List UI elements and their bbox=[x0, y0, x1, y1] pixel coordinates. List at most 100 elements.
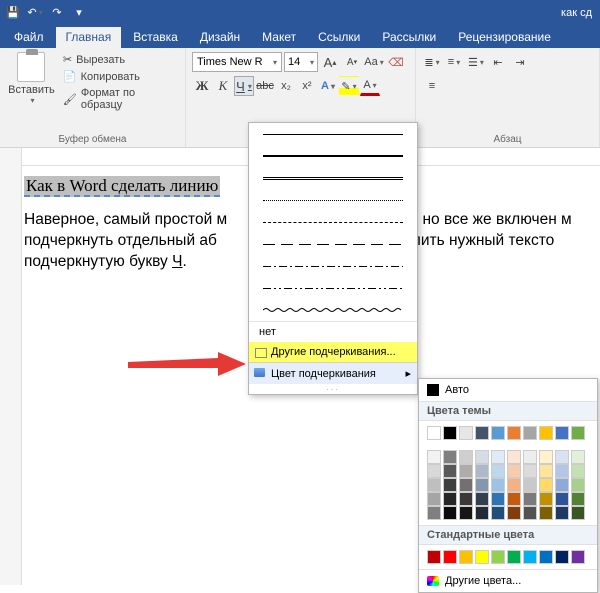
tab-mailings[interactable]: Рассылки bbox=[372, 27, 446, 48]
color-swatch[interactable] bbox=[539, 506, 553, 520]
document-heading[interactable]: Как в Word сделать линию bbox=[24, 176, 220, 197]
color-swatch[interactable] bbox=[507, 426, 521, 440]
color-swatch[interactable] bbox=[539, 450, 553, 464]
color-swatch[interactable] bbox=[523, 550, 537, 564]
color-swatch[interactable] bbox=[555, 550, 569, 564]
underline-more[interactable]: Другие подчеркивания... bbox=[249, 342, 417, 362]
color-swatch[interactable] bbox=[475, 426, 489, 440]
underline-style-single[interactable] bbox=[249, 123, 417, 145]
color-swatch[interactable] bbox=[539, 478, 553, 492]
color-swatch[interactable] bbox=[459, 506, 473, 520]
cut-button[interactable]: ✂Вырезать bbox=[61, 52, 179, 67]
color-swatch[interactable] bbox=[571, 492, 585, 506]
color-swatch[interactable] bbox=[459, 450, 473, 464]
color-swatch[interactable] bbox=[427, 478, 441, 492]
color-swatch[interactable] bbox=[443, 550, 457, 564]
color-swatch[interactable] bbox=[443, 506, 457, 520]
subscript-button[interactable]: x₂ bbox=[276, 76, 296, 96]
tab-home[interactable]: Главная bbox=[56, 27, 122, 48]
tab-references[interactable]: Ссылки bbox=[308, 27, 370, 48]
tab-layout[interactable]: Макет bbox=[252, 27, 306, 48]
highlight-button[interactable]: ✎▾ bbox=[339, 76, 359, 96]
color-swatch[interactable] bbox=[571, 426, 585, 440]
color-swatch[interactable] bbox=[443, 450, 457, 464]
clear-format-button[interactable]: ⌫ bbox=[386, 52, 406, 72]
color-swatch[interactable] bbox=[475, 478, 489, 492]
color-swatch[interactable] bbox=[555, 492, 569, 506]
vertical-ruler[interactable] bbox=[0, 166, 22, 585]
color-swatch[interactable] bbox=[507, 464, 521, 478]
color-swatch[interactable] bbox=[459, 550, 473, 564]
align-left-button[interactable]: ≡ bbox=[422, 76, 442, 96]
color-swatch[interactable] bbox=[571, 478, 585, 492]
color-swatch[interactable] bbox=[571, 506, 585, 520]
underline-style-dash-dot[interactable] bbox=[249, 255, 417, 277]
more-colors[interactable]: Другие цвета... bbox=[419, 569, 597, 592]
color-swatch[interactable] bbox=[443, 478, 457, 492]
color-swatch[interactable] bbox=[443, 492, 457, 506]
color-swatch[interactable] bbox=[555, 478, 569, 492]
increase-indent-button[interactable]: ⇥ bbox=[510, 52, 530, 72]
paste-button[interactable]: Вставить ▾ bbox=[6, 52, 57, 112]
color-swatch[interactable] bbox=[523, 506, 537, 520]
tab-design[interactable]: Дизайн bbox=[190, 27, 250, 48]
numbering-button[interactable]: ≡▾ bbox=[444, 52, 464, 72]
underline-none[interactable]: нет bbox=[249, 321, 417, 342]
underline-style-double[interactable] bbox=[249, 167, 417, 189]
qat-customize[interactable]: ▾ bbox=[70, 4, 88, 22]
color-swatch[interactable] bbox=[555, 464, 569, 478]
color-swatch[interactable] bbox=[491, 478, 505, 492]
color-swatch[interactable] bbox=[571, 450, 585, 464]
underline-style-dash[interactable] bbox=[249, 211, 417, 233]
color-swatch[interactable] bbox=[427, 550, 441, 564]
change-case-button[interactable]: Aa▾ bbox=[364, 52, 384, 72]
color-swatch[interactable] bbox=[539, 492, 553, 506]
color-swatch[interactable] bbox=[459, 492, 473, 506]
color-swatch[interactable] bbox=[523, 464, 537, 478]
underline-style-dash-dot-dot[interactable] bbox=[249, 277, 417, 299]
color-swatch[interactable] bbox=[427, 426, 441, 440]
color-swatch[interactable] bbox=[539, 550, 553, 564]
underline-style-long-dash[interactable] bbox=[249, 233, 417, 255]
underline-style-dotted[interactable] bbox=[249, 189, 417, 211]
color-swatch[interactable] bbox=[491, 426, 505, 440]
color-swatch[interactable] bbox=[507, 450, 521, 464]
color-swatch[interactable] bbox=[443, 426, 457, 440]
color-swatch[interactable] bbox=[475, 550, 489, 564]
color-swatch[interactable] bbox=[491, 464, 505, 478]
color-swatch[interactable] bbox=[507, 478, 521, 492]
color-swatch[interactable] bbox=[539, 426, 553, 440]
color-swatch[interactable] bbox=[507, 550, 521, 564]
color-swatch[interactable] bbox=[427, 450, 441, 464]
underline-color-submenu[interactable]: Цвет подчеркивания ▸ bbox=[249, 362, 417, 384]
color-swatch[interactable] bbox=[507, 506, 521, 520]
format-painter-button[interactable]: 🖌Формат по образцу bbox=[61, 86, 179, 112]
color-swatch[interactable] bbox=[571, 550, 585, 564]
color-swatch[interactable] bbox=[427, 464, 441, 478]
tab-review[interactable]: Рецензирование bbox=[448, 27, 561, 48]
font-size-combo[interactable]: 14▾ bbox=[284, 52, 318, 72]
color-swatch[interactable] bbox=[427, 506, 441, 520]
color-swatch[interactable] bbox=[475, 492, 489, 506]
save-button[interactable]: 💾 bbox=[4, 4, 22, 22]
multilevel-button[interactable]: ☰▾ bbox=[466, 52, 486, 72]
redo-button[interactable]: ↷ bbox=[48, 4, 66, 22]
text-effects-button[interactable]: A▾ bbox=[318, 76, 338, 96]
color-swatch[interactable] bbox=[571, 464, 585, 478]
tab-insert[interactable]: Вставка bbox=[123, 27, 188, 48]
color-swatch[interactable] bbox=[555, 506, 569, 520]
color-swatch[interactable] bbox=[555, 426, 569, 440]
font-name-combo[interactable]: Times New R▾ bbox=[192, 52, 282, 72]
color-swatch[interactable] bbox=[523, 478, 537, 492]
color-swatch[interactable] bbox=[475, 506, 489, 520]
bold-button[interactable]: Ж bbox=[192, 76, 212, 96]
color-swatch[interactable] bbox=[491, 506, 505, 520]
color-swatch[interactable] bbox=[507, 492, 521, 506]
color-swatch[interactable] bbox=[427, 492, 441, 506]
color-swatch[interactable] bbox=[491, 492, 505, 506]
color-swatch[interactable] bbox=[475, 450, 489, 464]
tab-file[interactable]: Файл bbox=[4, 27, 54, 48]
color-swatch[interactable] bbox=[459, 478, 473, 492]
color-swatch[interactable] bbox=[523, 450, 537, 464]
superscript-button[interactable]: x² bbox=[297, 76, 317, 96]
